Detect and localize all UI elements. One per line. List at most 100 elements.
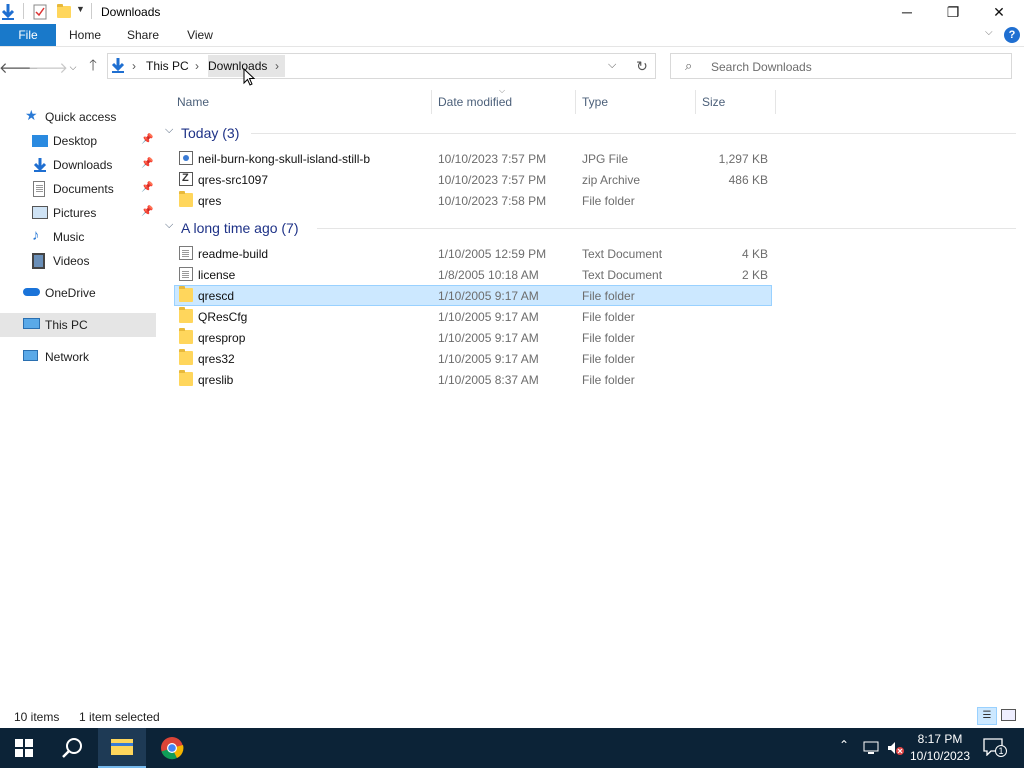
minimize-button[interactable]: ─ bbox=[884, 0, 930, 24]
file-row[interactable]: license 1/8/2005 10:18 AM Text Document … bbox=[174, 264, 772, 285]
network-status-icon[interactable] bbox=[862, 740, 880, 756]
help-icon[interactable]: ? bbox=[1004, 27, 1020, 43]
close-button[interactable]: ✕ bbox=[976, 0, 1022, 24]
large-icons-view-icon[interactable] bbox=[1001, 709, 1016, 721]
file-row[interactable]: qreslib 1/10/2005 8:37 AM File folder bbox=[174, 369, 772, 390]
videos-icon bbox=[32, 253, 45, 269]
file-type: File folder bbox=[582, 331, 635, 345]
group-collapse-icon[interactable]: ⌵ bbox=[165, 124, 173, 137]
file-name: QResCfg bbox=[198, 310, 248, 324]
column-header-size[interactable]: Size bbox=[702, 95, 725, 113]
column-divider[interactable] bbox=[575, 90, 576, 114]
crumb-separator-icon[interactable]: › bbox=[275, 59, 279, 73]
nav-onedrive[interactable]: OneDrive bbox=[0, 282, 156, 304]
nav-item-documents[interactable]: Documents 📌 bbox=[0, 178, 156, 200]
breadcrumb-downloads[interactable]: Downloads bbox=[208, 59, 267, 73]
crumb-separator-icon[interactable]: › bbox=[195, 59, 199, 73]
properties-icon[interactable] bbox=[33, 4, 47, 20]
breadcrumb-this-pc[interactable]: This PC bbox=[146, 59, 189, 73]
file-row[interactable]: qresprop 1/10/2005 9:17 AM File folder bbox=[174, 327, 772, 348]
file-name: qres-src1097 bbox=[198, 173, 269, 187]
new-folder-icon[interactable] bbox=[57, 4, 71, 18]
folder-icon bbox=[179, 307, 193, 323]
pictures-icon bbox=[32, 206, 48, 219]
group-header-today[interactable]: Today (3) bbox=[181, 125, 239, 141]
up-button[interactable]: 🡑 bbox=[82, 56, 104, 78]
search-box[interactable]: ⌕ Search Downloads bbox=[670, 53, 1012, 79]
nav-network[interactable]: Network bbox=[0, 346, 156, 368]
music-icon: ♪ bbox=[32, 227, 40, 244]
file-type: File folder bbox=[582, 373, 635, 387]
nav-item-music[interactable]: ♪ Music bbox=[0, 226, 156, 248]
pin-icon[interactable]: 📌 bbox=[141, 206, 153, 217]
file-date: 1/10/2005 9:17 AM bbox=[438, 352, 539, 366]
search-taskbar-button[interactable] bbox=[48, 728, 96, 768]
downloads-icon bbox=[33, 158, 47, 172]
restore-button[interactable]: ❐ bbox=[930, 0, 976, 24]
column-divider[interactable] bbox=[431, 90, 432, 114]
tab-file[interactable]: File bbox=[0, 24, 56, 46]
file-row-selected[interactable]: qrescd 1/10/2005 9:17 AM File folder bbox=[174, 285, 772, 306]
group-divider bbox=[317, 228, 1016, 229]
details-view-icon[interactable]: ☰ bbox=[977, 707, 997, 725]
nav-item-label: Videos bbox=[53, 254, 90, 268]
file-row[interactable]: readme-build 1/10/2005 12:59 PM Text Doc… bbox=[174, 243, 772, 264]
clock-time: 8:17 PM bbox=[917, 732, 963, 746]
crumb-separator-icon[interactable]: › bbox=[132, 59, 136, 73]
address-bar[interactable]: › This PC › Downloads › ⌵ bbox=[107, 53, 656, 79]
windows-logo-icon bbox=[15, 739, 33, 757]
nav-item-videos[interactable]: Videos bbox=[0, 250, 156, 272]
show-hidden-icons-icon[interactable]: ⌃ bbox=[839, 738, 849, 752]
pin-icon[interactable]: 📌 bbox=[141, 134, 153, 145]
nav-quick-access[interactable]: ★ Quick access bbox=[0, 106, 156, 128]
folder-icon bbox=[179, 349, 193, 365]
file-explorer-taskbar-button[interactable] bbox=[98, 728, 146, 768]
nav-item-desktop[interactable]: Desktop 📌 bbox=[0, 130, 156, 152]
column-header-date[interactable]: Date modified bbox=[438, 95, 512, 113]
refresh-button[interactable]: ↻ bbox=[629, 53, 656, 79]
file-row[interactable]: qres 10/10/2023 7:58 PM File folder bbox=[174, 190, 772, 211]
text-document-icon bbox=[179, 267, 193, 281]
column-divider[interactable] bbox=[695, 90, 696, 114]
file-date: 1/10/2005 12:59 PM bbox=[438, 247, 547, 261]
file-row[interactable]: qres32 1/10/2005 9:17 AM File folder bbox=[174, 348, 772, 369]
column-header-type[interactable]: Type bbox=[582, 95, 608, 113]
file-size: 486 KB bbox=[728, 173, 768, 187]
notification-badge: 1 bbox=[995, 745, 1007, 757]
address-dropdown-icon[interactable]: ⌵ bbox=[608, 59, 616, 72]
customize-quick-access-icon[interactable]: ▼ bbox=[76, 4, 85, 14]
back-button[interactable]: 🡐 bbox=[0, 56, 39, 78]
nav-this-pc[interactable]: This PC bbox=[0, 313, 156, 337]
downloads-arrow-icon[interactable] bbox=[0, 3, 16, 21]
group-header-long-ago[interactable]: A long time ago (7) bbox=[181, 220, 299, 236]
file-row[interactable]: QResCfg 1/10/2005 9:17 AM File folder bbox=[174, 306, 772, 327]
start-button[interactable] bbox=[0, 728, 48, 768]
file-row[interactable]: qres-src1097 10/10/2023 7:57 PM zip Arch… bbox=[174, 169, 772, 190]
tab-share[interactable]: Share bbox=[120, 24, 166, 46]
column-divider[interactable] bbox=[775, 90, 776, 114]
file-date: 1/10/2005 9:17 AM bbox=[438, 289, 539, 303]
file-row[interactable]: neil-burn-kong-skull-island-still-b 10/1… bbox=[174, 148, 772, 169]
folder-icon bbox=[179, 286, 193, 302]
recent-locations-icon[interactable]: ⌵ bbox=[62, 56, 84, 78]
group-collapse-icon[interactable]: ⌵ bbox=[165, 219, 173, 232]
volume-muted-icon[interactable] bbox=[886, 740, 904, 756]
pin-icon[interactable]: 📌 bbox=[141, 158, 153, 169]
chrome-taskbar-button[interactable] bbox=[148, 728, 196, 768]
clock[interactable]: 8:17 PM 10/10/2023 bbox=[905, 731, 975, 765]
notifications-button[interactable]: 1 bbox=[983, 738, 1007, 757]
column-header-name[interactable]: Name bbox=[177, 95, 209, 113]
nav-quick-access-label: Quick access bbox=[45, 110, 117, 124]
tab-home[interactable]: Home bbox=[62, 24, 108, 46]
expand-ribbon-icon[interactable]: ⌵ bbox=[985, 27, 993, 38]
pin-icon[interactable]: 📌 bbox=[141, 182, 153, 193]
divider bbox=[91, 3, 92, 19]
nav-item-downloads[interactable]: Downloads 📌 bbox=[0, 154, 156, 176]
search-placeholder: Search Downloads bbox=[711, 60, 812, 74]
divider bbox=[23, 3, 24, 19]
file-type: File folder bbox=[582, 289, 635, 303]
forward-button[interactable]: 🡒 bbox=[28, 56, 68, 78]
tab-view[interactable]: View bbox=[177, 24, 223, 46]
nav-network-label: Network bbox=[45, 350, 90, 364]
nav-item-pictures[interactable]: Pictures 📌 bbox=[0, 202, 156, 224]
